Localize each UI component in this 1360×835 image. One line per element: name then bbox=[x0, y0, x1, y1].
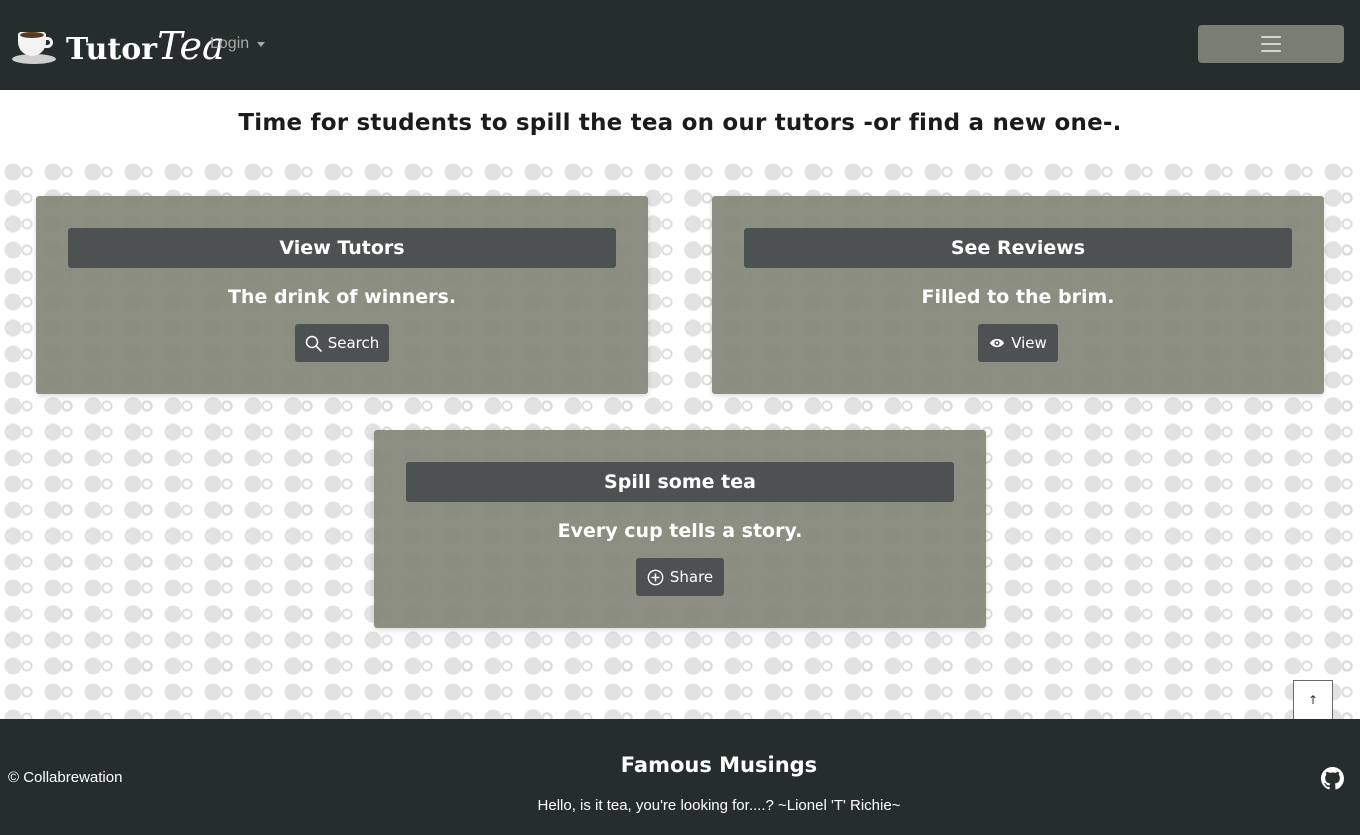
see-reviews-text: Filled to the brim. bbox=[921, 286, 1115, 308]
login-label: Login bbox=[210, 35, 250, 52]
search-icon bbox=[305, 335, 322, 352]
search-button-label: Search bbox=[327, 334, 380, 352]
spill-tea-title: Spill some tea bbox=[406, 462, 954, 502]
see-reviews-card: See Reviews Filled to the brim. View bbox=[712, 196, 1324, 394]
see-reviews-title: See Reviews bbox=[744, 228, 1292, 268]
share-button-label: Share bbox=[669, 568, 714, 586]
view-tutors-title: View Tutors bbox=[68, 228, 616, 268]
search-button[interactable]: Search bbox=[295, 324, 389, 362]
login-dropdown[interactable]: Login bbox=[210, 35, 266, 53]
github-icon[interactable] bbox=[1321, 767, 1344, 790]
page-tagline: Time for students to spill the tea on ou… bbox=[238, 110, 1122, 136]
navbar: TutorTea Login bbox=[0, 0, 1360, 90]
footer: © Collabrewation Famous Musings Hello, i… bbox=[0, 719, 1360, 835]
eye-icon bbox=[990, 338, 1005, 348]
plus-circle-icon bbox=[647, 569, 664, 585]
musings-title: Famous Musings bbox=[620, 753, 818, 777]
musings-quote: Hello, is it tea, you're looking for....… bbox=[537, 797, 901, 814]
brand-link[interactable]: TutorTea bbox=[12, 20, 225, 72]
view-button[interactable]: View bbox=[978, 324, 1058, 362]
arrow-up-icon: ↑ bbox=[1307, 693, 1319, 707]
brand-name-main: Tutor bbox=[66, 32, 158, 67]
back-to-top-button[interactable]: ↑ bbox=[1293, 680, 1333, 720]
hamburger-menu-icon bbox=[1261, 36, 1281, 52]
navbar-toggler-button[interactable] bbox=[1198, 25, 1344, 63]
spill-tea-text: Every cup tells a story. bbox=[557, 520, 803, 542]
view-tutors-card: View Tutors The drink of winners. Search bbox=[36, 196, 648, 394]
spill-tea-card: Spill some tea Every cup tells a story. … bbox=[374, 430, 986, 628]
share-button[interactable]: Share bbox=[636, 558, 724, 596]
brand-name: TutorTea bbox=[66, 24, 225, 68]
view-tutors-text: The drink of winners. bbox=[227, 286, 457, 308]
view-button-label: View bbox=[1011, 334, 1047, 352]
coffee-cup-icon bbox=[12, 26, 58, 66]
caret-down-icon bbox=[257, 41, 266, 47]
